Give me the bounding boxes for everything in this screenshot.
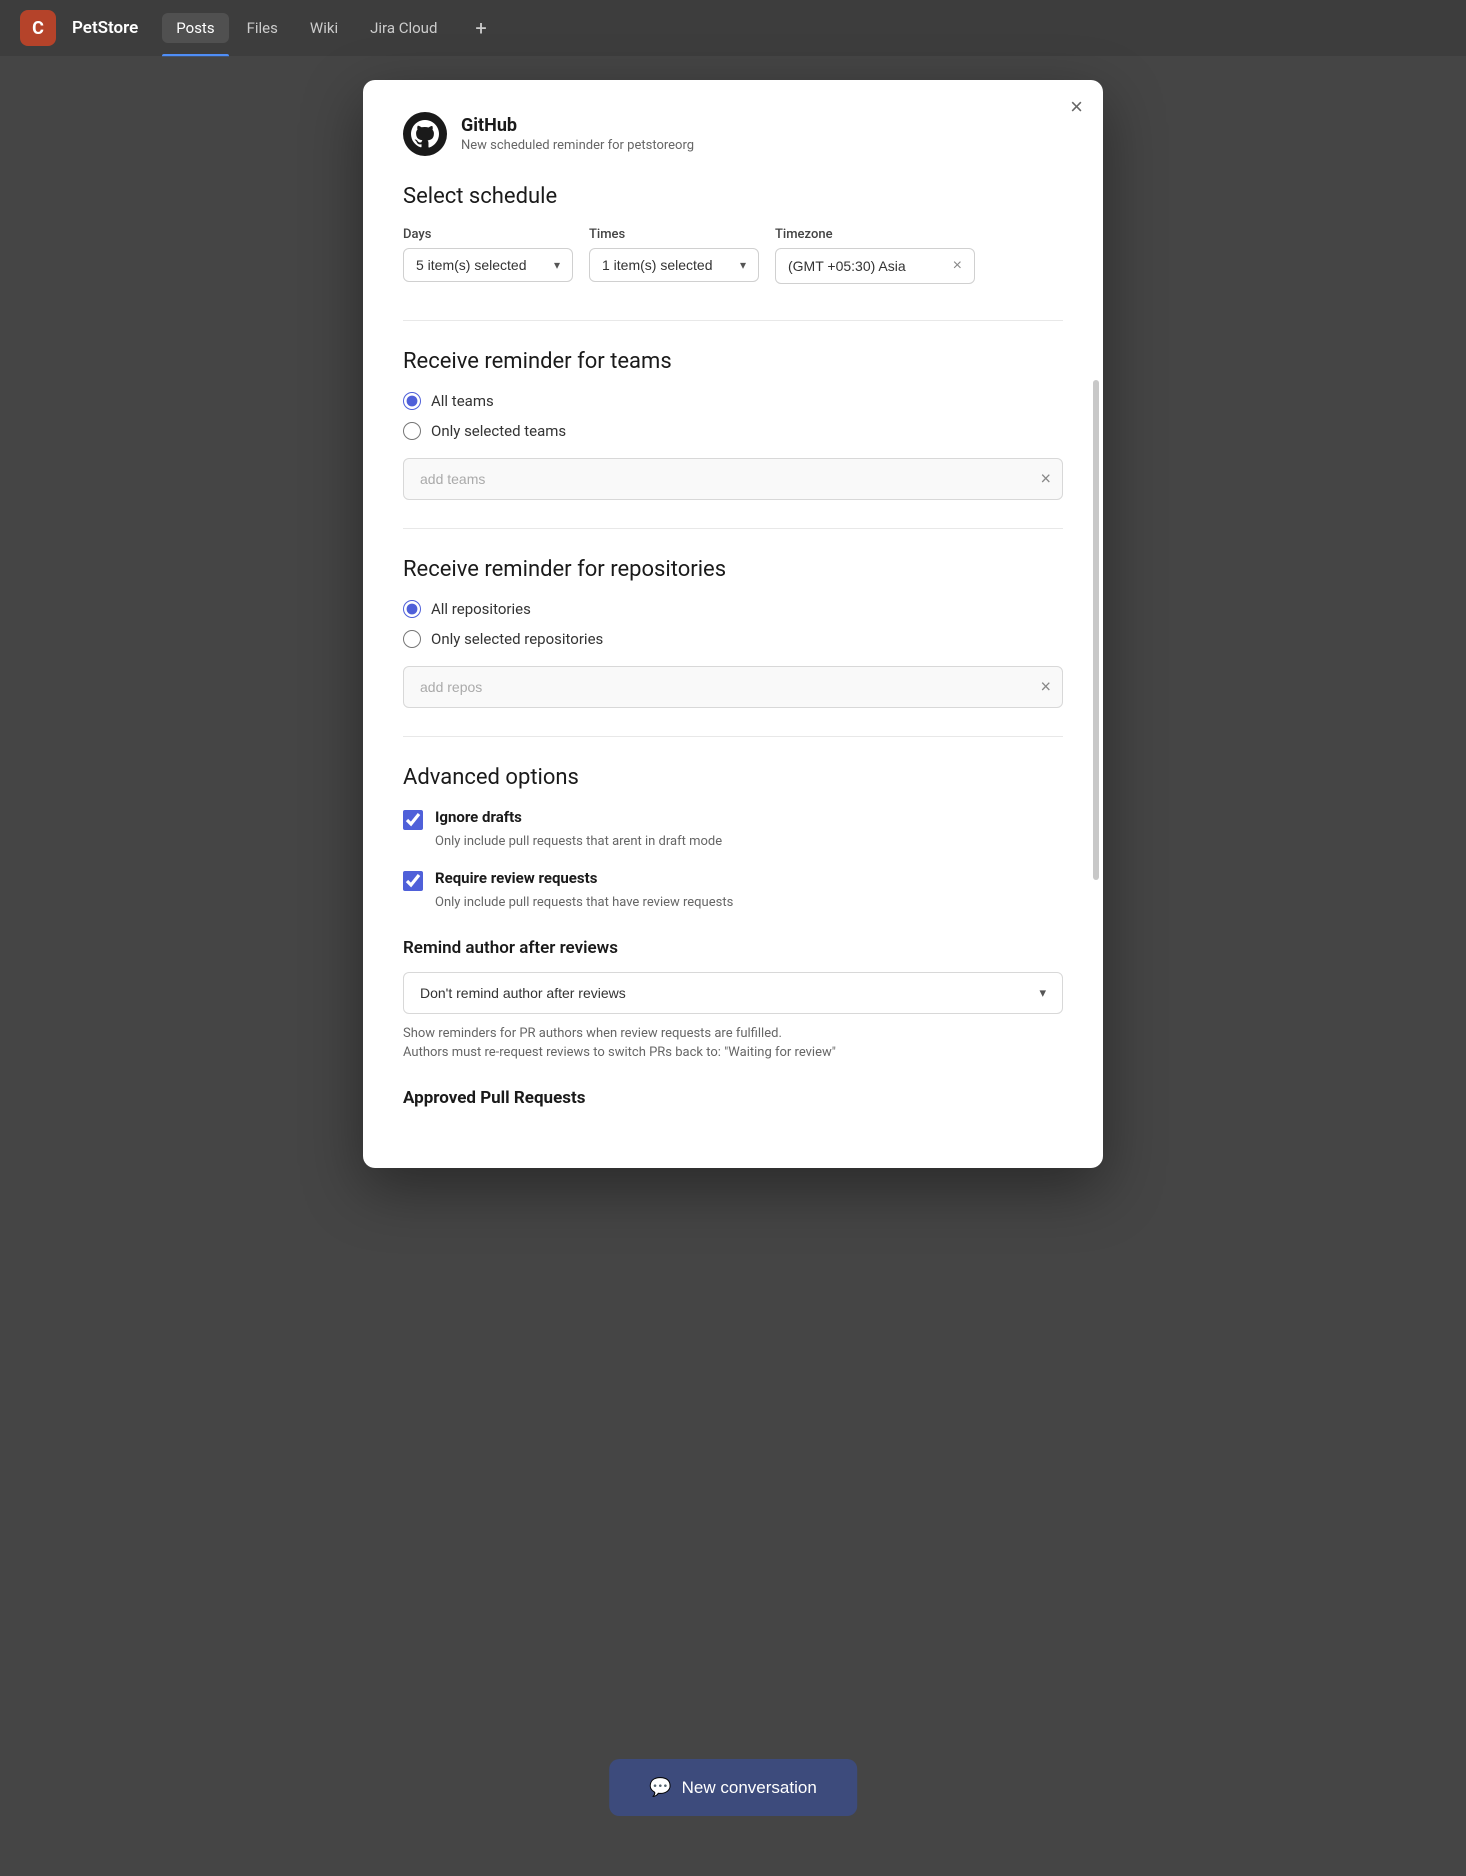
advanced-section-title: Advanced options (403, 765, 1063, 790)
times-chevron-icon: ▾ (740, 258, 746, 272)
github-info: GitHub New scheduled reminder for petsto… (461, 115, 694, 153)
remind-notes: Show reminders for PR authors when revie… (403, 1026, 1063, 1060)
nav-tabs: Posts Files Wiki Jira Cloud (162, 13, 451, 43)
remind-note-2: Authors must re-request reviews to switc… (403, 1045, 1063, 1060)
times-label: Times (589, 227, 759, 242)
tab-files[interactable]: Files (233, 13, 292, 43)
timezone-dropdown[interactable]: (GMT +05:30) Asia × (775, 248, 975, 284)
teams-section-title: Receive reminder for teams (403, 349, 1063, 374)
all-teams-option[interactable]: All teams (403, 392, 1063, 410)
require-review-label: Require review requests (435, 869, 733, 887)
all-repos-option[interactable]: All repositories (403, 600, 1063, 618)
ignore-drafts-desc: Only include pull requests that arent in… (435, 834, 722, 849)
require-review-item: Require review requests Only include pul… (403, 869, 1063, 910)
all-repos-radio[interactable] (403, 600, 421, 618)
repos-radio-group: All repositories Only selected repositor… (403, 600, 1063, 648)
scrollbar[interactable] (1093, 380, 1099, 880)
repos-clear-button[interactable]: × (1040, 677, 1051, 698)
ignore-drafts-label: Ignore drafts (435, 808, 722, 826)
teams-input-field: × (403, 458, 1063, 500)
selected-teams-option[interactable]: Only selected teams (403, 422, 1063, 440)
days-chevron-icon: ▾ (554, 258, 560, 272)
days-label: Days (403, 227, 573, 242)
new-conversation-label: New conversation (682, 1778, 817, 1798)
github-title: GitHub (461, 115, 694, 136)
ignore-drafts-checkbox[interactable] (403, 810, 423, 830)
remind-author-chevron-icon: ▾ (1039, 985, 1046, 1001)
ignore-drafts-item: Ignore drafts Only include pull requests… (403, 808, 1063, 849)
schedule-row: Days 5 item(s) selected ▾ Times 1 item(s… (403, 227, 1063, 284)
days-dropdown[interactable]: 5 item(s) selected ▾ (403, 248, 573, 282)
remind-note-1: Show reminders for PR authors when revie… (403, 1026, 1063, 1041)
repos-input[interactable] (403, 666, 1063, 708)
github-header: GitHub New scheduled reminder for petsto… (403, 112, 1063, 156)
teams-radio-group: All teams Only selected teams (403, 392, 1063, 440)
repos-input-field: × (403, 666, 1063, 708)
tab-posts[interactable]: Posts (162, 13, 228, 43)
selected-repos-option[interactable]: Only selected repositories (403, 630, 1063, 648)
require-review-checkbox[interactable] (403, 871, 423, 891)
remind-author-dropdown[interactable]: Don't remind author after reviews ▾ (403, 972, 1063, 1014)
approved-pr-title: Approved Pull Requests (403, 1088, 1063, 1108)
divider-3 (403, 736, 1063, 737)
timezone-field-group: Timezone (GMT +05:30) Asia × (775, 227, 975, 284)
remind-author-title: Remind author after reviews (403, 938, 1063, 958)
modal-close-button[interactable]: × (1070, 96, 1083, 118)
divider-2 (403, 528, 1063, 529)
selected-repos-label: Only selected repositories (431, 630, 603, 648)
new-conversation-icon: 💬 (649, 1777, 671, 1798)
github-logo-icon (403, 112, 447, 156)
selected-repos-radio[interactable] (403, 630, 421, 648)
times-dropdown[interactable]: 1 item(s) selected ▾ (589, 248, 759, 282)
selected-teams-label: Only selected teams (431, 422, 566, 440)
app-icon: C (20, 10, 56, 46)
bottom-area: 💬 New conversation (609, 1759, 857, 1816)
days-field-group: Days 5 item(s) selected ▾ (403, 227, 573, 284)
modal-content: GitHub New scheduled reminder for petsto… (363, 80, 1103, 1168)
add-tab-button[interactable]: + (467, 12, 494, 44)
github-modal: × GitHub New scheduled reminder for pets… (363, 80, 1103, 1168)
require-review-desc: Only include pull requests that have rev… (435, 895, 733, 910)
remind-author-section: Remind author after reviews Don't remind… (403, 938, 1063, 1060)
advanced-checkboxes: Ignore drafts Only include pull requests… (403, 808, 1063, 910)
repos-section-title: Receive reminder for repositories (403, 557, 1063, 582)
divider-1 (403, 320, 1063, 321)
tab-jira[interactable]: Jira Cloud (356, 13, 451, 43)
timezone-clear-icon[interactable]: × (953, 257, 962, 275)
topbar: C PetStore Posts Files Wiki Jira Cloud + (0, 0, 1466, 56)
all-repos-label: All repositories (431, 600, 531, 618)
all-teams-radio[interactable] (403, 392, 421, 410)
selected-teams-radio[interactable] (403, 422, 421, 440)
tab-wiki[interactable]: Wiki (296, 13, 352, 43)
all-teams-label: All teams (431, 392, 494, 410)
teams-input[interactable] (403, 458, 1063, 500)
schedule-section-title: Select schedule (403, 184, 1063, 209)
app-name: PetStore (72, 18, 138, 38)
github-subtitle: New scheduled reminder for petstoreorg (461, 138, 694, 153)
new-conversation-button[interactable]: 💬 New conversation (609, 1759, 857, 1816)
times-field-group: Times 1 item(s) selected ▾ (589, 227, 759, 284)
teams-clear-button[interactable]: × (1040, 469, 1051, 490)
timezone-label: Timezone (775, 227, 975, 242)
